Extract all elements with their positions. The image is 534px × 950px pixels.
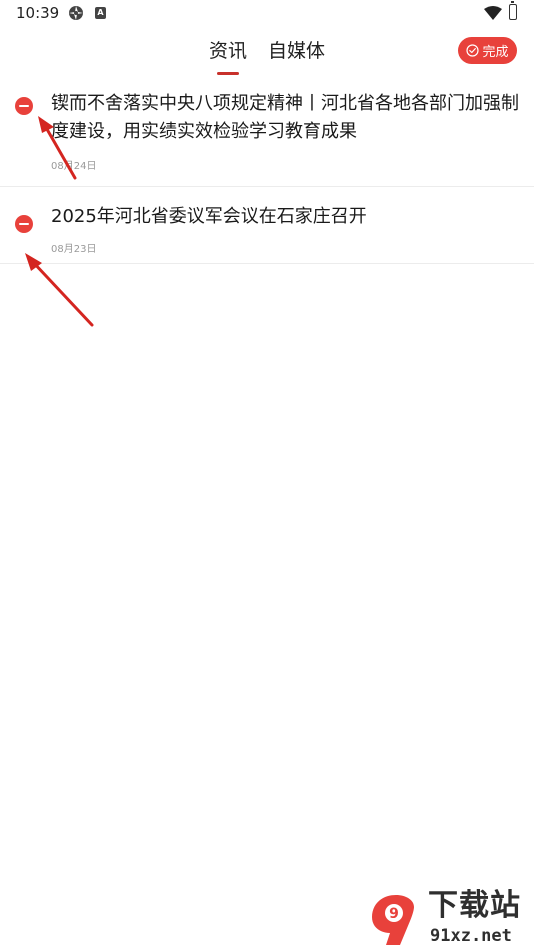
list-item[interactable]: 锲而不舍落实中央八项规定精神丨河北省各地各部门加强制度建设，用实绩实效检验学习教… [0, 80, 534, 187]
tab-self-media[interactable]: 自媒体 [268, 36, 325, 63]
status-time: 10:39 [16, 4, 60, 22]
news-date: 08月24日 [51, 161, 97, 172]
done-button[interactable]: 完成 [458, 37, 517, 64]
news-title: 锲而不舍落实中央八项规定精神丨河北省各地各部门加强制度建设，用实绩实效检验学习教… [51, 93, 519, 142]
news-list: 锲而不舍落实中央八项规定精神丨河北省各地各部门加强制度建设，用实绩实效检验学习教… [0, 80, 534, 264]
wifi-icon [484, 6, 502, 20]
watermark-text: 下载站 [428, 888, 521, 923]
watermark-url: 91xz.net [430, 926, 512, 946]
header: 资讯 自媒体 完成 [0, 28, 534, 76]
aperture-icon [69, 6, 83, 20]
remove-icon[interactable] [15, 215, 33, 233]
battery-icon [509, 1, 517, 20]
news-date: 08月23日 [51, 244, 97, 255]
a-badge-icon: A [95, 7, 106, 19]
remove-icon[interactable] [15, 97, 33, 115]
news-title: 2025年河北省委议军会议在石家庄召开 [51, 206, 367, 227]
done-label: 完成 [482, 45, 509, 60]
status-bar: 10:39 A [0, 0, 534, 28]
watermark: 9 下载站 91xz.net [366, 887, 534, 950]
check-circle-icon [466, 44, 480, 57]
list-item[interactable]: 2025年河北省委议军会议在石家庄召开 08月23日 [0, 187, 534, 264]
watermark-logo-icon: 9 [372, 895, 414, 945]
tab-active-indicator [217, 72, 239, 75]
tab-news[interactable]: 资讯 [209, 36, 247, 63]
svg-text:9: 9 [389, 906, 399, 922]
